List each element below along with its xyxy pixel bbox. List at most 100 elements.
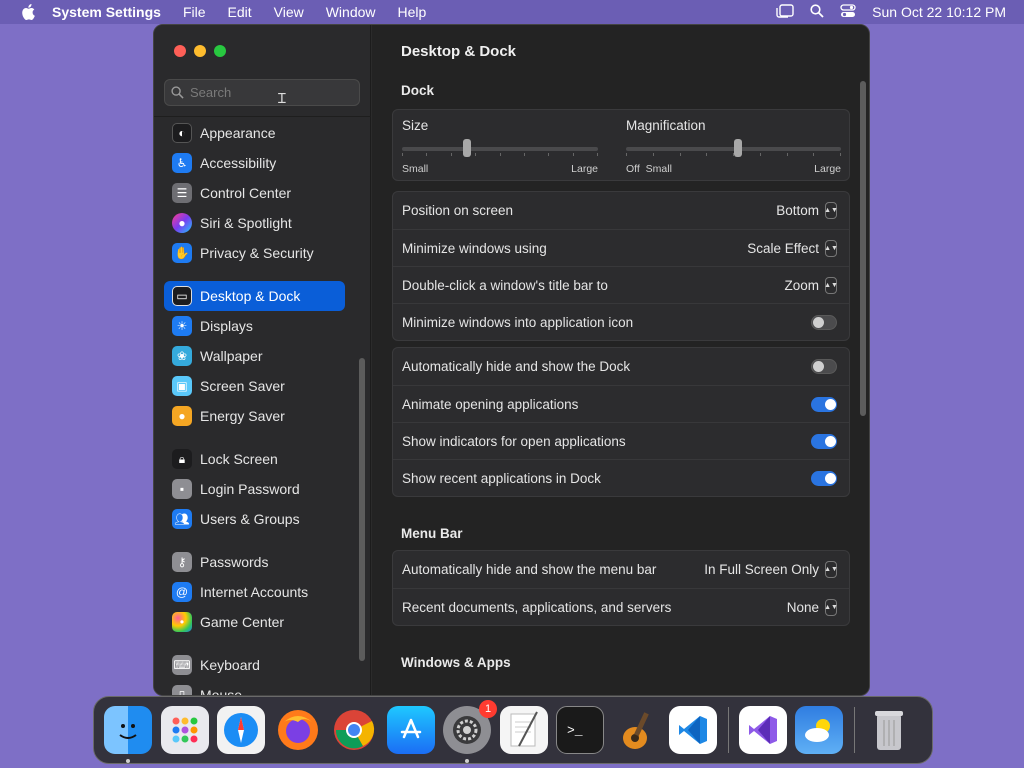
visual-studio-icon[interactable]	[738, 706, 787, 754]
sidebar-item-label: Siri & Spotlight	[200, 215, 292, 231]
popup-value: Zoom	[784, 277, 819, 293]
zoom-button[interactable]	[214, 45, 226, 57]
sidebar-item-label: Keyboard	[200, 657, 260, 673]
search-icon	[171, 86, 184, 99]
sidebar-item-label: Energy Saver	[200, 408, 285, 424]
size-slider-thumb[interactable]	[462, 139, 471, 157]
show-recent-toggle[interactable]	[811, 470, 837, 486]
sidebar-item-control-center[interactable]: ☰ Control Center	[164, 178, 345, 208]
sidebar-item-label: Desktop & Dock	[200, 288, 301, 304]
size-slider[interactable]	[402, 139, 598, 157]
popup-value: Scale Effect	[747, 240, 819, 256]
trash-icon[interactable]	[865, 706, 913, 754]
setting-row-minimize-effect: Minimize windows using Scale Effect ▲▼	[393, 229, 849, 266]
recent-documents-popup[interactable]: None ▲▼	[787, 598, 838, 616]
menu-window[interactable]: Window	[326, 4, 376, 20]
apple-menu-icon[interactable]	[18, 2, 38, 22]
sidebar-item-users-groups[interactable]: 👥︎ Users & Groups	[164, 504, 345, 534]
launchpad-icon[interactable]	[160, 706, 209, 754]
terminal-icon[interactable]: >_	[556, 706, 604, 754]
system-settings-icon[interactable]: 1	[443, 700, 497, 763]
sidebar-item-internet-accounts[interactable]: @ Internet Accounts	[164, 577, 345, 607]
sidebar-item-label: Mouse	[200, 687, 243, 696]
siri-icon: ●	[172, 213, 192, 233]
content-scrollbar[interactable]	[860, 81, 866, 416]
setting-label: Show indicators for open applications	[402, 433, 626, 449]
toggle-row-show-recent: Show recent applications in Dock	[393, 459, 849, 496]
menu-bar: System Settings File Edit View Window He…	[0, 0, 1024, 24]
game-center-icon: •	[172, 612, 192, 632]
sidebar-item-siri-spotlight[interactable]: ● Siri & Spotlight	[164, 208, 345, 238]
app-store-icon[interactable]	[386, 706, 435, 754]
close-button[interactable]	[174, 45, 186, 57]
textedit-icon[interactable]	[499, 706, 548, 754]
sidebar-item-energy-saver[interactable]: ● Energy Saver	[164, 401, 345, 431]
login-password-icon: ▪	[172, 479, 192, 499]
sidebar-list: ◐ Appearance ♿ Accessibility ☰ Control C…	[164, 118, 360, 696]
section-title-windows-apps: Windows & Apps	[401, 655, 511, 670]
menu-view[interactable]: View	[274, 4, 304, 20]
app-name-menu[interactable]: System Settings	[52, 4, 161, 20]
text-cursor-icon: Ɪ	[278, 90, 286, 106]
sidebar-scrollbar[interactable]	[359, 358, 365, 661]
stage-manager-icon[interactable]	[776, 3, 794, 21]
sidebar-item-wallpaper[interactable]: ❀ Wallpaper	[164, 341, 345, 371]
finder-icon[interactable]	[104, 706, 152, 763]
magnification-slider[interactable]	[626, 139, 841, 157]
vscode-icon[interactable]	[669, 706, 717, 754]
firefox-icon[interactable]	[274, 706, 322, 754]
sidebar-item-passwords[interactable]: ⚷ Passwords	[164, 547, 345, 577]
displays-icon: ☀	[172, 316, 192, 336]
sidebar-item-game-center[interactable]: • Game Center	[164, 607, 345, 637]
safari-icon[interactable]	[217, 706, 265, 754]
garageband-icon[interactable]	[613, 706, 661, 754]
sidebar-item-desktop-dock[interactable]: ▭ Desktop & Dock	[164, 281, 345, 311]
setting-row-recent-documents: Recent documents, applications, and serv…	[393, 588, 849, 625]
magnification-slider-thumb[interactable]	[733, 139, 742, 157]
sidebar-item-accessibility[interactable]: ♿ Accessibility	[164, 148, 345, 178]
running-indicator	[465, 759, 469, 763]
minimize-effect-popup[interactable]: Scale Effect ▲▼	[747, 239, 838, 257]
mouse-icon: ▯	[172, 685, 192, 695]
minimize-button[interactable]	[194, 45, 206, 57]
sidebar-item-screen-saver[interactable]: ▣ Screen Saver	[164, 371, 345, 401]
double-click-popup[interactable]: Zoom ▲▼	[784, 276, 838, 294]
sidebar-item-mouse[interactable]: ▯ Mouse	[164, 680, 345, 696]
position-popup[interactable]: Bottom ▲▼	[776, 202, 838, 219]
toggle-row-show-indicators: Show indicators for open applications	[393, 422, 849, 459]
animate-opening-toggle[interactable]	[811, 396, 837, 412]
search-input[interactable]	[190, 85, 350, 100]
sidebar-item-privacy-security[interactable]: ✋ Privacy & Security	[164, 238, 345, 268]
menu-help[interactable]: Help	[398, 4, 427, 20]
sidebar-item-lock-screen[interactable]: 🔒︎ Lock Screen	[164, 444, 345, 474]
minimize-into-icon-toggle[interactable]	[811, 314, 837, 330]
sidebar-item-appearance[interactable]: ◐ Appearance	[164, 118, 345, 148]
setting-label: Minimize windows using	[402, 240, 547, 256]
autohide-menubar-popup[interactable]: In Full Screen Only ▲▼	[704, 561, 838, 578]
menu-file[interactable]: File	[183, 4, 206, 20]
screen-saver-icon: ▣	[172, 376, 192, 396]
control-center-icon[interactable]	[840, 3, 856, 21]
sidebar-item-label: Accessibility	[200, 155, 277, 171]
search-field[interactable]	[164, 79, 360, 106]
sidebar-item-login-password[interactable]: ▪ Login Password	[164, 474, 345, 504]
menu-edit[interactable]: Edit	[228, 4, 252, 20]
lock-icon: 🔒︎	[172, 449, 192, 469]
setting-label: Double-click a window's title bar to	[402, 277, 608, 293]
chevron-updown-icon: ▲▼	[824, 598, 838, 616]
sidebar-item-keyboard[interactable]: ⌨ Keyboard	[164, 650, 345, 680]
sidebar: Ɪ ◐ Appearance ♿ Accessibility ☰ Control…	[154, 25, 371, 695]
chevron-updown-icon: ▲▼	[824, 239, 838, 257]
spotlight-search-icon[interactable]	[810, 3, 824, 21]
sidebar-divider	[154, 116, 371, 117]
sidebar-item-displays[interactable]: ☀ Displays	[164, 311, 345, 341]
magnification-min-label: Small	[645, 163, 672, 175]
menu-bar-clock[interactable]: Sun Oct 22 10:12 PM	[872, 4, 1006, 20]
sidebar-item-label: Passwords	[200, 554, 269, 570]
autohide-dock-toggle[interactable]	[811, 359, 837, 374]
show-indicators-toggle[interactable]	[811, 433, 837, 449]
sidebar-item-label: Control Center	[200, 185, 292, 201]
weather-icon[interactable]	[795, 706, 843, 754]
chrome-icon[interactable]	[330, 706, 378, 754]
sidebar-item-label: Login Password	[200, 481, 300, 497]
